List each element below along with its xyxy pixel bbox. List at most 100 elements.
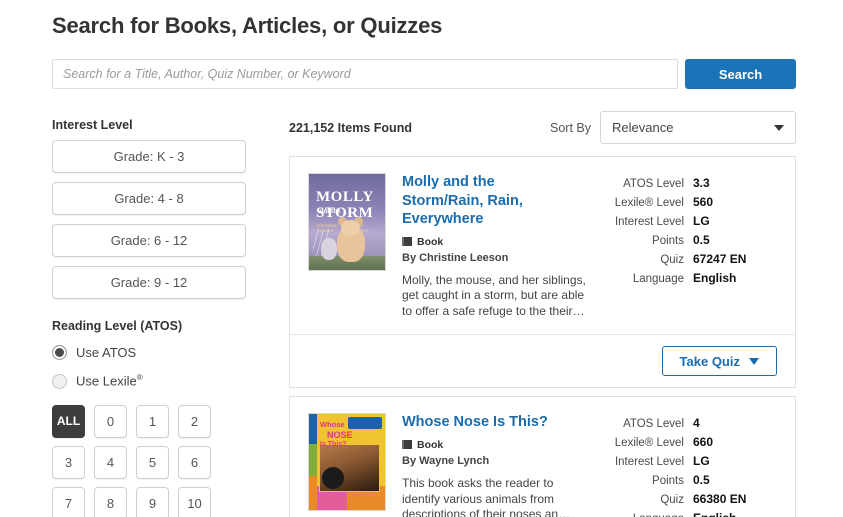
- metadata-label: Quiz: [660, 254, 684, 266]
- level-button-2[interactable]: 2: [178, 405, 211, 438]
- cover-band-blue: [309, 414, 317, 445]
- metadata-row: ATOS Level 3.3: [606, 176, 781, 190]
- results-toolbar: 221,152 Items Found Sort By Relevance: [289, 108, 796, 148]
- metadata-row: Interest Level LG: [606, 454, 781, 468]
- level-button-1[interactable]: 1: [136, 405, 169, 438]
- metadata-value: 660: [693, 435, 714, 450]
- level-button-9[interactable]: 9: [136, 487, 169, 517]
- result-type: Book: [402, 236, 598, 248]
- result-title-link[interactable]: Molly and the Storm/Rain, Rain, Everywhe…: [402, 173, 574, 229]
- metadata-value: 4: [693, 416, 700, 431]
- level-button-10[interactable]: 10: [178, 487, 211, 517]
- metadata-label: ATOS Level: [623, 418, 684, 431]
- metadata-value: LG: [693, 214, 710, 228]
- level-button-4[interactable]: 4: [94, 446, 127, 479]
- result-card-body: Whose NOSE Is This? Whose Nose Is This? …: [290, 397, 795, 517]
- items-found-count: 221,152 Items Found: [289, 121, 412, 135]
- metadata-label: Points: [652, 235, 684, 247]
- radio-use-lexile[interactable]: Use Lexile®: [52, 369, 248, 393]
- metadata-label: Interest Level: [614, 216, 684, 228]
- interest-level-option-6-12[interactable]: Grade: 6 - 12: [52, 224, 246, 257]
- cover-word-3: Is This?: [320, 441, 347, 449]
- result-author: By Christine Leeson: [402, 251, 509, 264]
- animal-nose-photo: [319, 444, 380, 493]
- metadata-label: Language: [632, 273, 684, 285]
- result-metadata: ATOS Level 4 Lexile® Level 660 Interest …: [606, 413, 781, 517]
- level-button-0[interactable]: 0: [94, 405, 127, 438]
- metadata-value: 0.5: [693, 233, 710, 247]
- cover-word-1: Whose: [320, 420, 345, 430]
- result-title-link[interactable]: Whose Nose Is This?: [402, 413, 598, 432]
- reading-level-grid: ALL 0 1 2 3 4 5 6 7 8 9 10: [52, 405, 252, 517]
- reading-level-heading: Reading Level (ATOS): [52, 319, 183, 333]
- metadata-row: Lexile® Level 560: [606, 195, 781, 209]
- radio-unselected-icon: [52, 373, 67, 389]
- metadata-row: Lexile® Level 660: [606, 435, 781, 449]
- level-button-7[interactable]: 7: [52, 487, 85, 517]
- result-card-body: MOLLYand the STORM Christine Leeson Gaby…: [290, 157, 795, 334]
- radio-use-lexile-label: Use Lexile®: [76, 373, 143, 388]
- search-bar: Search: [52, 59, 796, 89]
- cover-series-tag: [348, 417, 382, 430]
- interest-level-option-k-3[interactable]: Grade: K - 3: [52, 140, 246, 173]
- result-description: This book asks the reader to identify va…: [402, 475, 571, 517]
- level-button-8[interactable]: 8: [94, 487, 127, 517]
- result-type-label: Book: [417, 438, 444, 451]
- metadata-row: Interest Level LG: [606, 214, 781, 228]
- metadata-label: Points: [652, 475, 684, 488]
- metadata-row: Language English: [606, 511, 781, 517]
- metadata-label: Quiz: [660, 494, 684, 507]
- result-card: MOLLYand the STORM Christine Leeson Gaby…: [289, 156, 796, 389]
- result-metadata: ATOS Level 3.3 Lexile® Level 560 Interes…: [606, 173, 781, 320]
- metadata-value: 560: [693, 195, 714, 209]
- metadata-value: 67247 EN: [693, 252, 747, 266]
- level-button-5[interactable]: 5: [136, 446, 169, 479]
- mouse-head-illustration: [341, 220, 360, 236]
- metadata-label: ATOS Level: [623, 178, 684, 190]
- metadata-row: Quiz 66380 EN: [606, 492, 781, 506]
- metadata-value: English: [693, 511, 736, 517]
- metadata-label: Lexile® Level: [614, 437, 684, 450]
- metadata-value: English: [693, 271, 737, 285]
- radio-selected-icon: [52, 344, 67, 360]
- small-mouse-illustration: [321, 238, 337, 260]
- metadata-value: 0.5: [693, 473, 710, 488]
- take-quiz-label: Take Quiz: [679, 353, 740, 369]
- interest-level-option-4-8[interactable]: Grade: 4 - 8: [52, 182, 246, 215]
- take-quiz-button[interactable]: Take Quiz: [661, 346, 777, 377]
- result-description: Molly, the mouse, and her siblings, get …: [402, 272, 586, 319]
- result-card: Whose NOSE Is This? Whose Nose Is This? …: [289, 396, 796, 517]
- radio-use-atos-label: Use ATOS: [76, 344, 137, 360]
- interest-level-heading: Interest Level: [52, 118, 133, 132]
- book-cover-thumbnail[interactable]: MOLLYand the STORM Christine Leeson Gaby…: [308, 173, 386, 271]
- sort-by-select[interactable]: Relevance: [600, 111, 796, 144]
- chevron-down-icon: [774, 124, 784, 131]
- search-input[interactable]: [52, 59, 678, 89]
- level-button-all[interactable]: ALL: [52, 405, 85, 438]
- result-card-footer: Take Quiz: [290, 334, 795, 387]
- cover-band-orange: [309, 476, 317, 511]
- cover-word-2: NOSE: [327, 430, 353, 441]
- result-info: Whose Nose Is This? Book By Wayne Lynch …: [402, 413, 606, 517]
- metadata-label: Language: [606, 513, 693, 517]
- interest-level-option-9-12[interactable]: Grade: 9 - 12: [52, 266, 246, 299]
- metadata-row: ATOS Level 4: [606, 416, 781, 430]
- sort-control: Sort By Relevance: [550, 111, 796, 144]
- metadata-row: Quiz 67247 EN: [606, 252, 781, 266]
- filters-sidebar: Interest Level Grade: K - 3 Grade: 4 - 8…: [52, 118, 248, 517]
- result-type-label: Book: [417, 235, 444, 248]
- metadata-value: 3.3: [693, 176, 710, 190]
- metadata-label: Lexile® Level: [614, 197, 684, 209]
- search-button[interactable]: Search: [685, 59, 796, 89]
- level-button-3[interactable]: 3: [52, 446, 85, 479]
- metadata-value: LG: [693, 454, 710, 469]
- level-button-6[interactable]: 6: [178, 446, 211, 479]
- sort-by-value: Relevance: [612, 120, 674, 135]
- radio-use-atos[interactable]: Use ATOS: [52, 340, 248, 364]
- book-cover-thumbnail[interactable]: Whose NOSE Is This?: [308, 413, 386, 512]
- result-author: By Wayne Lynch: [402, 454, 490, 467]
- registered-mark: ®: [136, 373, 143, 383]
- result-info: Molly and the Storm/Rain, Rain, Everywhe…: [402, 173, 606, 320]
- chevron-down-icon: [749, 357, 759, 365]
- sort-by-label: Sort By: [550, 120, 591, 135]
